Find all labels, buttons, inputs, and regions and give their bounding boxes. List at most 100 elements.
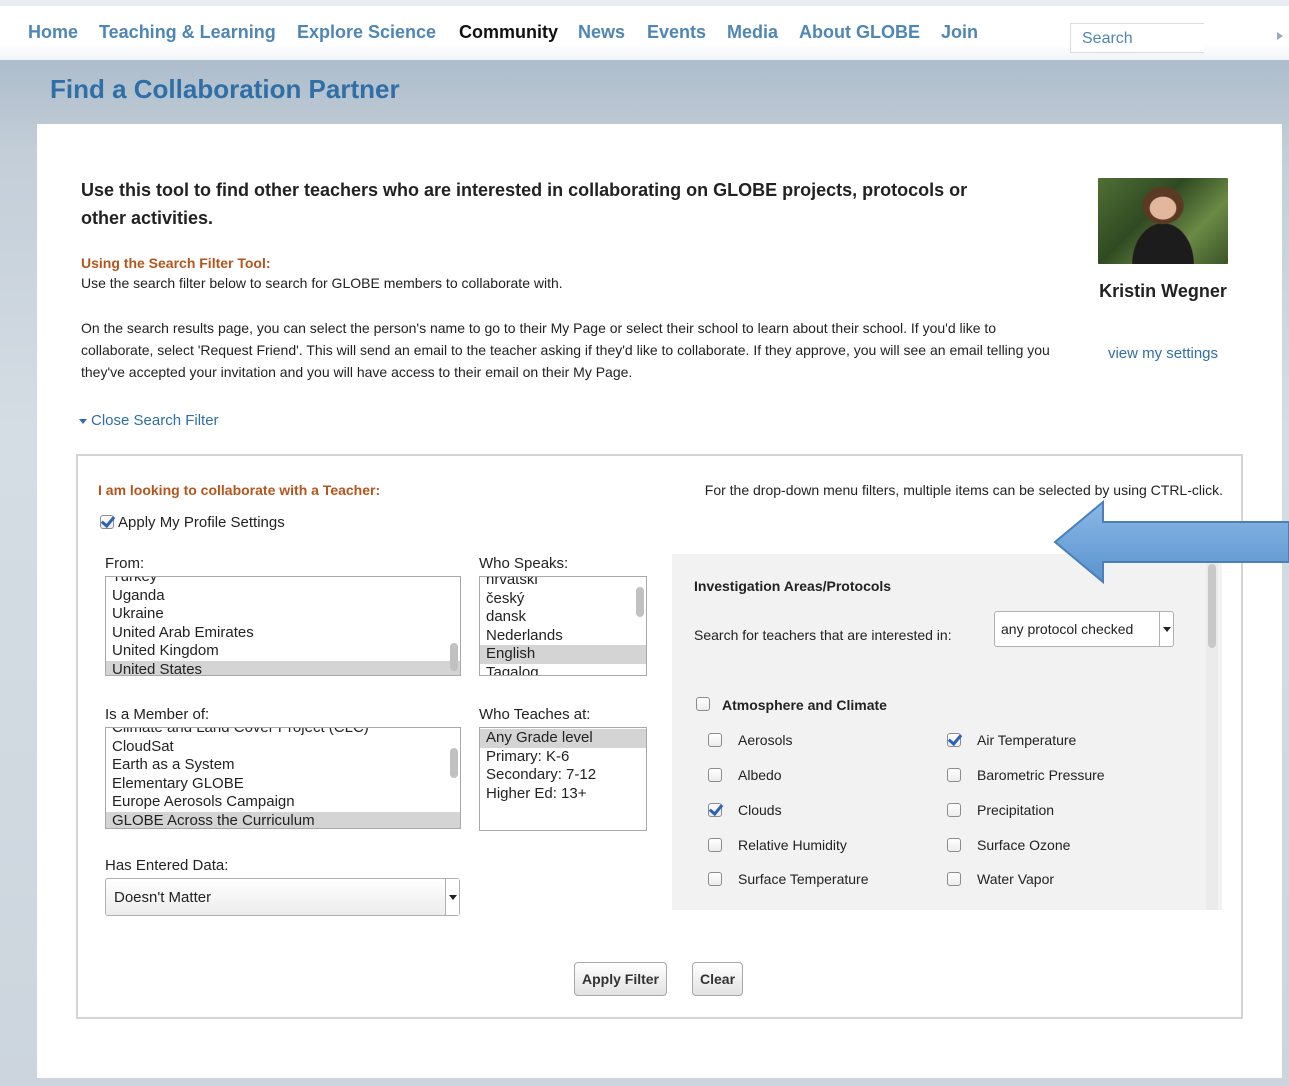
protocol-label: Water Vapor	[977, 871, 1055, 887]
teaches-label: Who Teaches at:	[479, 706, 591, 723]
protocol-checkbox[interactable]	[708, 837, 722, 852]
teaches-option-selected[interactable]: Any Grade level	[480, 729, 646, 748]
protocol-label: Surface Ozone	[977, 837, 1071, 853]
protocol-surface-temperature[interactable]: Surface Temperature	[708, 871, 868, 887]
member-option[interactable]: Elementary GLOBE	[106, 775, 460, 794]
protocol-albedo[interactable]: Albedo	[708, 767, 782, 783]
results-instructions: On the search results page, you can sele…	[81, 320, 1050, 380]
page-title: Find a Collaboration Partner	[50, 74, 400, 104]
nav-about-globe[interactable]: About GLOBE	[799, 22, 920, 43]
protocol-checkbox[interactable]	[947, 802, 961, 817]
protocols-panel: Investigation Areas/Protocols Search for…	[672, 554, 1222, 910]
nav-teaching-learning[interactable]: Teaching & Learning	[99, 22, 276, 43]
protocol-relative-humidity[interactable]: Relative Humidity	[708, 837, 847, 853]
protocol-air-temperature[interactable]: Air Temperature	[947, 732, 1076, 748]
from-option[interactable]: Turkey	[106, 577, 460, 587]
member-option-selected[interactable]: GLOBE Across the Curriculum	[106, 811, 460, 828]
filter-heading: I am looking to collaborate with a Teach…	[98, 482, 381, 498]
nav-news[interactable]: News	[578, 22, 625, 43]
speaks-option[interactable]: Tagalog	[480, 664, 646, 676]
from-scrollbar[interactable]	[450, 643, 458, 671]
filter-hint: For the drop-down menu filters, multiple…	[704, 482, 1223, 498]
protocol-aerosols[interactable]: Aerosols	[708, 732, 792, 748]
member-listbox[interactable]: Climate and Land Cover Project (CLC) Clo…	[105, 727, 461, 829]
speaks-option[interactable]: dansk	[480, 608, 646, 627]
protocols-match-select[interactable]: any protocol checked	[994, 611, 1174, 647]
dropdown-arrow-icon[interactable]	[445, 879, 459, 915]
protocol-label: Albedo	[738, 767, 782, 783]
nav-explore-science[interactable]: Explore Science	[297, 22, 436, 43]
filter-tool-title: Using the Search Filter Tool:	[81, 255, 271, 271]
protocols-title: Investigation Areas/Protocols	[694, 578, 892, 594]
member-scrollbar[interactable]	[450, 748, 458, 778]
nav-community[interactable]: Community	[459, 22, 558, 43]
apply-profile-settings[interactable]: Apply My Profile Settings	[100, 514, 285, 531]
view-settings-link[interactable]: view my settings	[1098, 345, 1228, 362]
content-panel: Use this tool to find other teachers who…	[37, 124, 1282, 1078]
protocol-checkbox[interactable]	[947, 871, 961, 886]
member-option[interactable]: Earth as a System	[106, 756, 460, 775]
teaches-option[interactable]: Secondary: 7-12	[480, 766, 646, 785]
protocol-checkbox[interactable]	[708, 871, 722, 886]
speaks-option-selected[interactable]: English	[480, 645, 646, 664]
callout-arrow-icon	[1053, 500, 1289, 584]
intro-heading: Use this tool to find other teachers who…	[81, 180, 968, 228]
protocol-label: Surface Temperature	[738, 871, 869, 887]
from-listbox[interactable]: Turkey Uganda Ukraine United Arab Emirat…	[105, 576, 461, 676]
protocol-checkbox-checked[interactable]	[947, 732, 961, 747]
nav-join[interactable]: Join	[941, 22, 978, 43]
entered-data-label: Has Entered Data:	[105, 857, 229, 874]
from-option[interactable]: United Kingdom	[106, 642, 460, 661]
protocol-precipitation[interactable]: Precipitation	[947, 802, 1054, 818]
top-navigation: Home Teaching & Learning Explore Science…	[0, 0, 1289, 60]
speaks-option[interactable]: Nederlands	[480, 627, 646, 646]
teaches-option[interactable]: Primary: K-6	[480, 748, 646, 767]
search-input[interactable]: Search	[1070, 23, 1204, 53]
teaches-listbox[interactable]: Any Grade level Primary: K-6 Secondary: …	[479, 727, 647, 831]
group-checkbox[interactable]	[696, 697, 710, 712]
protocol-water-vapor[interactable]: Water Vapor	[947, 871, 1054, 887]
apply-profile-checkbox[interactable]	[100, 514, 114, 529]
speaks-listbox[interactable]: hrvatski český dansk Nederlands English …	[479, 576, 647, 676]
protocol-label: Relative Humidity	[738, 837, 847, 853]
protocol-label: Barometric Pressure	[977, 767, 1105, 783]
protocol-label: Aerosols	[738, 732, 793, 748]
from-option[interactable]: Ukraine	[106, 605, 460, 624]
speaks-scrollbar[interactable]	[636, 587, 644, 617]
member-option[interactable]: CloudSat	[106, 738, 460, 757]
clear-button[interactable]: Clear	[692, 962, 744, 996]
member-option[interactable]: Climate and Land Cover Project (CLC)	[106, 728, 460, 738]
member-label: Is a Member of:	[105, 706, 210, 723]
protocol-checkbox[interactable]	[947, 837, 961, 852]
dropdown-arrow-icon[interactable]	[1159, 612, 1173, 646]
apply-filter-button[interactable]: Apply Filter	[574, 962, 668, 996]
nav-media[interactable]: Media	[727, 22, 778, 43]
filter-tool-text: Use the search filter below to search fo…	[81, 275, 563, 291]
protocol-checkbox-checked[interactable]	[708, 802, 722, 817]
close-search-filter-label: Close Search Filter	[91, 412, 219, 429]
protocol-checkbox[interactable]	[708, 767, 722, 782]
from-option-selected[interactable]: United States	[106, 660, 460, 675]
protocol-clouds[interactable]: Clouds	[708, 802, 782, 818]
entered-data-select[interactable]: Doesn't Matter	[105, 878, 460, 916]
protocol-barometric-pressure[interactable]: Barometric Pressure	[947, 767, 1105, 783]
speaks-label: Who Speaks:	[479, 555, 569, 572]
nav-events[interactable]: Events	[647, 22, 706, 43]
profile-photo[interactable]	[1098, 178, 1228, 264]
from-option[interactable]: United Arab Emirates	[106, 624, 460, 643]
teaches-option[interactable]: Higher Ed: 13+	[480, 785, 646, 804]
speaks-option[interactable]: český	[480, 590, 646, 609]
protocol-label: Clouds	[738, 802, 782, 818]
nav-home[interactable]: Home	[28, 22, 78, 43]
group-label: Atmosphere and Climate	[722, 697, 887, 713]
speaks-option[interactable]: hrvatski	[480, 577, 646, 590]
close-search-filter-link[interactable]: Close Search Filter	[79, 412, 219, 429]
member-option[interactable]: Europe Aerosols Campaign	[106, 793, 460, 812]
protocol-surface-ozone[interactable]: Surface Ozone	[947, 837, 1070, 853]
protocol-label: Precipitation	[977, 802, 1055, 818]
from-option[interactable]: Uganda	[106, 587, 460, 606]
group-atmosphere-climate[interactable]: Atmosphere and Climate	[696, 697, 887, 713]
protocol-checkbox[interactable]	[708, 732, 722, 747]
search-arrow-icon[interactable]	[1277, 32, 1283, 40]
protocol-checkbox[interactable]	[947, 767, 961, 782]
